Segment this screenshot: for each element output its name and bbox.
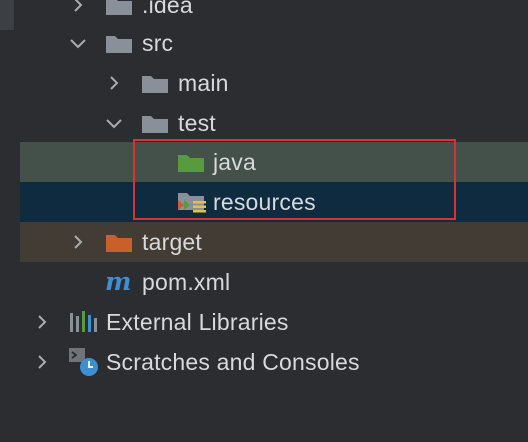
tree-item-label: java <box>213 149 256 175</box>
chevron-down-icon[interactable] <box>104 113 124 133</box>
tree-item-test[interactable]: test <box>20 103 528 143</box>
scratches-icon <box>69 348 98 376</box>
chevron-right-icon[interactable] <box>32 312 52 332</box>
libraries-icon <box>70 311 97 332</box>
tree-item-main[interactable]: main <box>20 63 528 103</box>
tree-item-src[interactable]: src <box>20 23 528 63</box>
tree-item-label: target <box>142 229 203 255</box>
test-sources-folder-icon <box>178 155 204 172</box>
tree-item-target[interactable]: target <box>20 222 528 262</box>
tree-item-label: test <box>178 110 216 136</box>
tree-item-label: resources <box>213 189 316 215</box>
tree-item-label: main <box>178 70 229 96</box>
tree-item-label: .idea <box>142 0 193 18</box>
tree-item-label: External Libraries <box>106 309 289 335</box>
tree-item-label: pom.xml <box>142 269 231 295</box>
folder-icon <box>106 36 132 53</box>
folder-icon <box>106 0 132 15</box>
tree-item-label: Scratches and Consoles <box>106 349 360 375</box>
chevron-right-icon[interactable] <box>104 73 124 93</box>
chevron-down-icon[interactable] <box>68 33 88 53</box>
chevron-right-icon[interactable] <box>32 352 52 372</box>
gutter-marker <box>0 0 14 30</box>
folder-icon <box>142 76 168 93</box>
maven-icon: m <box>105 269 131 295</box>
tree-item-java[interactable]: java <box>20 142 528 182</box>
test-resources-folder-icon <box>178 193 206 213</box>
chevron-right-icon[interactable] <box>68 0 88 15</box>
chevron-right-icon[interactable] <box>68 232 88 252</box>
tree-item-external-libraries[interactable]: External Libraries <box>20 302 528 342</box>
excluded-folder-icon <box>106 235 132 252</box>
project-tree: .idea src main test java resources targe… <box>0 0 528 442</box>
left-gutter <box>0 0 20 442</box>
tree-item-idea[interactable]: .idea <box>20 0 528 25</box>
tree-item-pom-xml[interactable]: m pom.xml <box>20 262 528 302</box>
tree-item-resources[interactable]: resources <box>20 182 528 222</box>
tree-item-scratches-and-consoles[interactable]: Scratches and Consoles <box>20 342 528 382</box>
svg-text:m: m <box>105 269 131 295</box>
tree-item-label: src <box>142 30 174 56</box>
folder-icon <box>142 116 168 133</box>
